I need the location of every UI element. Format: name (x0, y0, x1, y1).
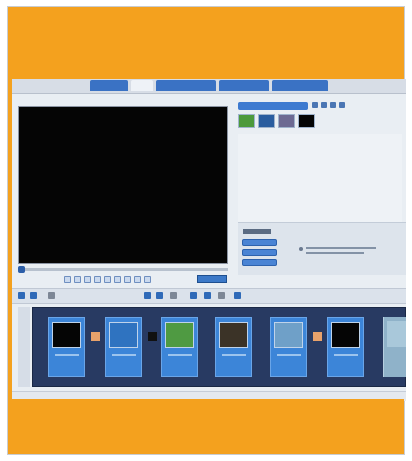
options-icon[interactable] (339, 102, 345, 108)
storyboard-clip[interactable] (161, 317, 198, 377)
clip-thumbnail (109, 322, 138, 348)
storyboard-view-icon[interactable] (18, 292, 25, 299)
transition-slot[interactable] (91, 332, 100, 341)
empty-slot-placeholder (387, 321, 406, 347)
step-forward-icon[interactable] (114, 276, 121, 283)
clip-caption (168, 354, 192, 356)
tab-share[interactable] (272, 80, 328, 91)
clip-caption (55, 354, 79, 356)
stop-icon[interactable] (84, 276, 91, 283)
undo-icon[interactable] (48, 292, 55, 299)
play-icon[interactable] (64, 276, 71, 283)
repeat-icon[interactable] (134, 276, 141, 283)
options-heading (243, 229, 271, 234)
split-icon[interactable] (204, 292, 211, 299)
library-thumb-people[interactable] (278, 114, 295, 128)
library-thumb-green[interactable] (238, 114, 255, 128)
storyboard-clip[interactable] (270, 317, 307, 377)
mix-icon[interactable] (234, 292, 241, 299)
storyboard-clip[interactable] (48, 317, 85, 377)
folder-icon[interactable] (312, 102, 318, 108)
clip-thumbnail (52, 322, 81, 348)
pause-icon[interactable] (74, 276, 81, 283)
storyboard-empty-slot[interactable] (383, 317, 406, 377)
library-panel (238, 134, 402, 222)
tab-overlay[interactable] (219, 80, 269, 91)
video-preview (18, 106, 228, 264)
library-tools (312, 102, 345, 108)
timeline-track-header (18, 307, 30, 387)
menu-bar (12, 79, 406, 94)
video-editor-window (12, 79, 406, 401)
timeline-view-icon[interactable] (30, 292, 37, 299)
library-thumb-black[interactable] (298, 114, 315, 128)
library-dropdown[interactable] (238, 102, 308, 110)
clip-thumbnail (219, 322, 248, 348)
clip-caption (277, 354, 301, 356)
clip-thumbnail (274, 322, 303, 348)
transition-slot[interactable] (148, 332, 157, 341)
timeline-toolbar (12, 288, 406, 304)
playback-controls (64, 276, 151, 285)
storyboard-clip[interactable] (327, 317, 364, 377)
option-text-line-2 (306, 252, 364, 254)
option-bullet-icon (299, 247, 303, 251)
clip-caption (334, 354, 358, 356)
view-icon[interactable] (330, 102, 336, 108)
clip-caption (222, 354, 246, 356)
rewind-icon[interactable] (94, 276, 101, 283)
fast-forward-icon[interactable] (124, 276, 131, 283)
tab-edit[interactable] (131, 80, 153, 91)
magazine-frame (7, 6, 406, 455)
storyboard (32, 307, 406, 387)
clip-thumbnail (165, 322, 194, 348)
zoom-out-icon[interactable] (156, 292, 163, 299)
transition-slot[interactable] (313, 332, 322, 341)
audio-icon[interactable] (218, 292, 225, 299)
options-panel (238, 222, 406, 275)
fit-icon[interactable] (170, 292, 177, 299)
timecode-display (197, 275, 227, 283)
option-button-1[interactable] (242, 239, 277, 246)
option-button-3[interactable] (242, 259, 277, 266)
scissors-icon[interactable] (190, 292, 197, 299)
option-button-2[interactable] (242, 249, 277, 256)
tab-capture[interactable] (90, 80, 128, 91)
step-back-icon[interactable] (104, 276, 111, 283)
scrubber-handle[interactable] (18, 266, 25, 273)
clip-caption (112, 354, 136, 356)
sort-icon[interactable] (321, 102, 327, 108)
tab-effect[interactable] (156, 80, 216, 91)
orange-footer-band (8, 399, 404, 454)
library-thumb-blue[interactable] (258, 114, 275, 128)
storyboard-clip[interactable] (105, 317, 142, 377)
timeline-scrubber[interactable] (18, 266, 228, 273)
option-text-line-1 (306, 247, 376, 249)
storyboard-clip[interactable] (215, 317, 252, 377)
volume-icon[interactable] (144, 276, 151, 283)
orange-header-band (8, 7, 404, 77)
clip-thumbnail (331, 322, 360, 348)
library-thumbnails (238, 114, 315, 128)
zoom-in-icon[interactable] (144, 292, 151, 299)
